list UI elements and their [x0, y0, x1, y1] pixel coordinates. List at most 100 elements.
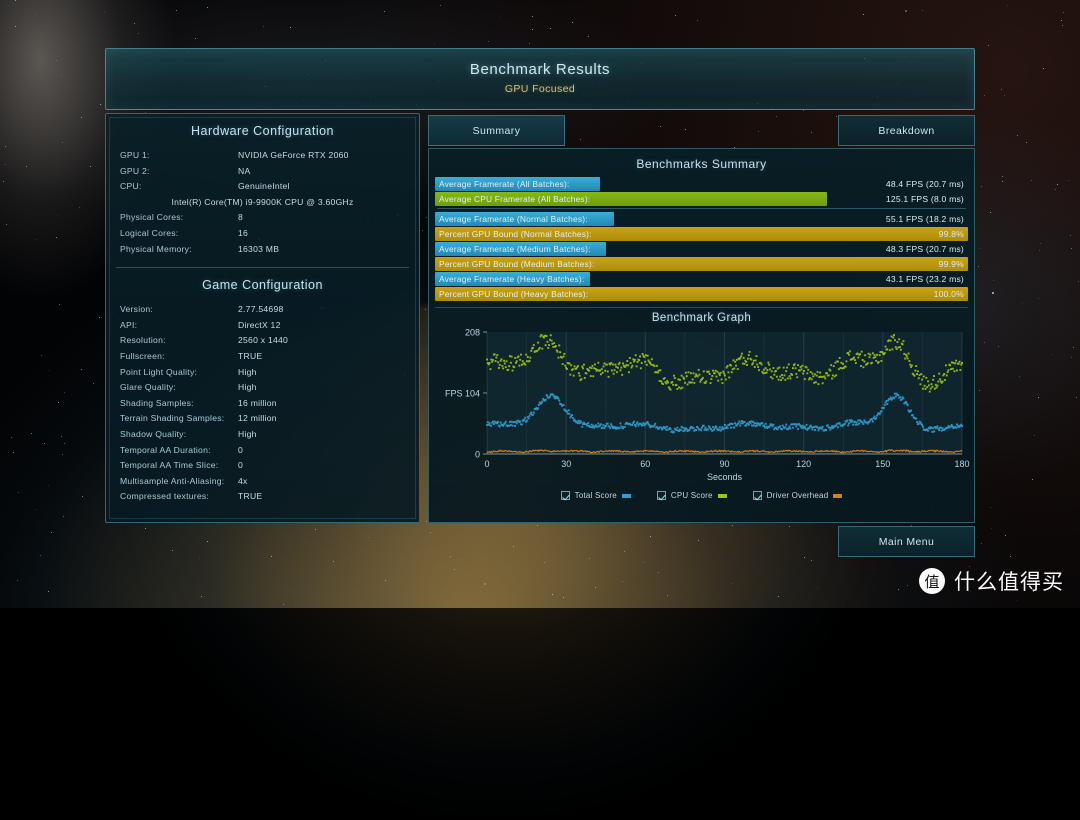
summary-row: Percent GPU Bound (Normal Batches): 99.8%: [435, 227, 968, 241]
summary-row: Percent GPU Bound (Medium Batches): 99.9%: [435, 257, 968, 271]
tab-breakdown[interactable]: Breakdown: [838, 115, 975, 146]
config-row: Shading Samples: 16 million: [120, 396, 405, 412]
svg-text:90: 90: [719, 459, 729, 469]
config-row: Temporal AA Duration: 0: [120, 443, 405, 459]
svg-text:FPS 104: FPS 104: [445, 389, 480, 399]
legend-checkbox-icon[interactable]: [656, 491, 666, 500]
config-value: 16: [238, 227, 249, 238]
summary-row-label: Average Framerate (All Batches):: [439, 179, 570, 189]
config-key: Point Light Quality:: [120, 366, 198, 377]
config-value: Intel(R) Core(TM) i9-9900K CPU @ 3.60GHz: [171, 196, 354, 207]
config-value: 2.77.54698: [238, 304, 284, 315]
config-row: GPU 1: NVIDIA GeForce RTX 2060: [120, 148, 405, 164]
benchmark-graph-heading: Benchmark Graph: [651, 312, 752, 324]
config-value: High: [238, 382, 257, 393]
config-row: Version: 2.77.54698: [120, 302, 405, 318]
legend-item[interactable]: Total Score: [560, 491, 631, 500]
config-value: High: [238, 366, 257, 377]
config-row: Temporal AA Time Slice: 0: [120, 458, 405, 474]
config-key: Version:: [120, 304, 154, 315]
config-row: Resolution: 2560 x 1440: [120, 333, 405, 349]
summary-row-label: Percent GPU Bound (Heavy Batches):: [439, 289, 589, 299]
config-value: 16 million: [238, 397, 277, 408]
config-value: GenuineIntel: [238, 181, 290, 192]
config-value: 2560 x 1440: [238, 335, 289, 346]
results-tabs: Summary Breakdown: [428, 113, 975, 149]
summary-row-value: 100.0%: [933, 289, 964, 299]
config-row: Glare Quality: High: [120, 380, 405, 396]
watermark-logo-icon: 值: [919, 568, 945, 594]
config-key: Physical Cores:: [120, 212, 184, 223]
config-row: GPU 2: NA: [120, 164, 405, 180]
summary-row-value: 48.4 FPS (20.7 ms): [885, 179, 964, 189]
config-value: NVIDIA GeForce RTX 2060: [238, 150, 349, 160]
config-value: 16303 MB: [238, 243, 280, 254]
results-header: Benchmark Results GPU Focused: [105, 48, 975, 110]
config-key: API:: [120, 319, 138, 330]
svg-text:30: 30: [561, 459, 571, 469]
summary-separator: [437, 208, 966, 209]
config-value: DirectX 12: [238, 319, 281, 330]
config-row: Shadow Quality: High: [120, 427, 405, 443]
config-key: Logical Cores:: [120, 227, 179, 238]
svg-text:0: 0: [475, 450, 480, 460]
config-key: Compressed textures:: [120, 491, 210, 502]
legend-label: Total Score: [574, 491, 617, 500]
legend-item[interactable]: CPU Score: [656, 491, 727, 500]
config-value: 8: [238, 212, 244, 223]
config-key: Temporal AA Duration:: [120, 444, 211, 455]
config-row: Physical Cores: 8: [120, 210, 405, 226]
legend-checkbox-icon[interactable]: [560, 491, 570, 500]
config-key: CPU:: [120, 181, 142, 192]
config-value: 0: [238, 444, 244, 455]
summary-row-value: 125.1 FPS (8.0 ms): [885, 194, 964, 204]
config-key: Temporal AA Time Slice:: [120, 460, 219, 471]
svg-text:60: 60: [640, 459, 650, 469]
legend-color-swatch: [621, 493, 631, 498]
summary-row: Average Framerate (All Batches): 48.4 FPS…: [435, 177, 968, 191]
svg-text:150: 150: [875, 459, 890, 469]
config-row: API: DirectX 12: [120, 318, 405, 334]
config-key: Fullscreen:: [120, 350, 165, 361]
legend-item[interactable]: Driver Overhead: [752, 491, 843, 500]
tab-summary[interactable]: Summary: [428, 115, 565, 146]
hardware-config-list: GPU 1: NVIDIA GeForce RTX 2060 GPU 2: NA CPU…: [106, 140, 419, 257]
legend-color-swatch: [717, 493, 727, 498]
results-panel: Benchmarks Summary Average Framerate (Al…: [428, 149, 975, 523]
watermark: 值 什么值得买: [919, 566, 1064, 596]
benchmark-graph-plot: 0 FPS 104 208 0 30 60 90 120 150 180 Seconds: [435, 326, 970, 486]
legend-label: CPU Score: [670, 491, 713, 500]
config-key: Glare Quality:: [120, 382, 177, 393]
config-row: Multisample Anti-Aliasing: 4x: [120, 474, 405, 490]
hardware-config-heading: Hardware Configuration: [190, 124, 334, 138]
main-menu-button[interactable]: Main Menu: [838, 526, 975, 557]
config-key: Terrain Shading Samples:: [120, 413, 225, 424]
config-row: Fullscreen: TRUE: [120, 349, 405, 365]
summary-row: Average Framerate (Normal Batches): 55.1 …: [435, 212, 968, 226]
legend-color-swatch: [833, 493, 843, 498]
config-value: 4x: [238, 475, 248, 486]
config-key: Shading Samples:: [120, 397, 194, 408]
config-value: High: [238, 428, 257, 439]
config-key: GPU 2:: [120, 165, 150, 176]
config-value: 12 million: [238, 413, 277, 424]
config-value: NA: [238, 165, 251, 176]
summary-row-label: Average Framerate (Medium Batches):: [439, 244, 591, 254]
summary-row: Average Framerate (Heavy Batches): 43.1 F…: [435, 272, 968, 286]
legend-checkbox-icon[interactable]: [752, 491, 762, 500]
svg-text:0: 0: [484, 459, 489, 469]
config-row: Intel(R) Core(TM) i9-9900K CPU @ 3.60GHz: [120, 195, 405, 211]
config-key: Multisample Anti-Aliasing:: [120, 475, 225, 486]
svg-text:Seconds: Seconds: [707, 472, 743, 482]
config-row: Terrain Shading Samples: 12 million: [120, 411, 405, 427]
config-key: Resolution:: [120, 335, 166, 346]
configuration-panel: Hardware Configuration GPU 1: NVIDIA GeFo…: [105, 113, 420, 523]
summary-row-label: Percent GPU Bound (Medium Batches):: [439, 259, 595, 269]
config-value: TRUE: [238, 491, 263, 502]
config-value: TRUE: [238, 350, 263, 361]
summary-row-value: 99.9%: [938, 259, 964, 269]
config-key: Shadow Quality:: [120, 428, 187, 439]
benchmark-graph-section: Benchmark Graph 0 FPS 104 208 0 30 60 90 120 150…: [435, 307, 970, 500]
config-row: Logical Cores: 16: [120, 226, 405, 242]
summary-row-label: Average CPU Framerate (All Batches):: [439, 194, 591, 204]
